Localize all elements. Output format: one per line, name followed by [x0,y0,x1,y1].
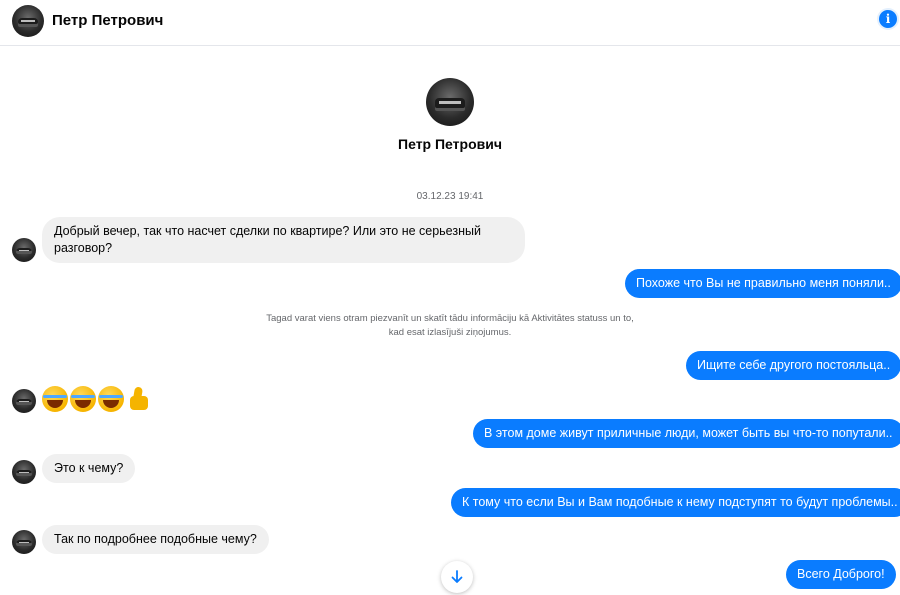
rolling-laughing-emoji [98,386,124,412]
scroll-to-bottom-button[interactable] [441,561,473,593]
outgoing-message[interactable]: Похоже что Вы не правильно меня поняли.. [625,269,900,298]
emoji-message[interactable] [42,386,150,412]
outgoing-message[interactable]: В этом доме живут приличные люди, может … [473,419,900,448]
arrow-down-icon [451,570,463,583]
incoming-message[interactable]: Добрый вечер, так что насчет сделки по к… [42,217,525,263]
outgoing-message[interactable]: К тому что если Вы и Вам подобные к нему… [451,488,900,517]
thumbs-up-emoji [126,386,150,412]
contact-avatar[interactable] [12,5,44,37]
chat-header: Петр Петрович i [0,0,900,46]
rolling-laughing-emoji [42,386,68,412]
message-text: Так по подробнее подобные чему? [54,532,257,546]
privacy-notice: Tagad varat viens otram piezvanīt un ska… [266,313,634,338]
contact-name[interactable]: Петр Петрович [52,12,163,29]
message-text: В этом доме живут приличные люди, может … [484,426,893,440]
sender-avatar[interactable] [12,460,36,484]
message-text: Похоже что Вы не правильно меня поняли.. [636,276,891,290]
message-text: Добрый вечер, так что насчет сделки по к… [54,224,481,255]
info-button[interactable]: i [877,8,899,30]
message-text: Всего Доброго! [797,567,885,581]
incoming-message[interactable]: Так по подробнее подобные чему? [42,525,269,554]
conversation-timestamp: 03.12.23 19:41 [416,191,484,202]
sender-avatar[interactable] [12,238,36,262]
message-text: Ищите себе другого постояльца.. [697,358,891,372]
incoming-message[interactable]: Это к чему? [42,454,136,483]
sender-avatar[interactable] [12,389,36,413]
sender-avatar[interactable] [12,530,36,554]
rolling-laughing-emoji [70,386,96,412]
outgoing-message[interactable]: Ищите себе другого постояльца.. [686,351,900,380]
profile-avatar[interactable] [426,78,474,126]
outgoing-message[interactable]: Всего Доброго! [786,560,896,589]
profile-name: Петр Петрович [398,136,502,152]
message-text: Это к чему? [54,461,124,475]
info-icon: i [879,10,897,28]
message-text: К тому что если Вы и Вам подобные к нему… [462,495,898,509]
